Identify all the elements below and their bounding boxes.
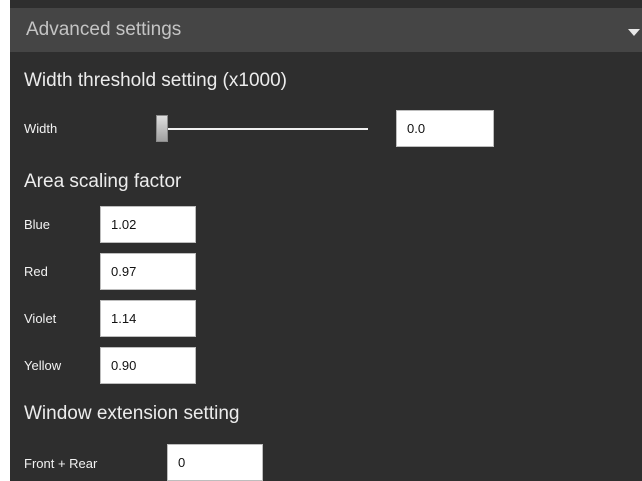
width-threshold-title: Width threshold setting (x1000) [24, 70, 287, 91]
red-factor-field[interactable] [100, 253, 196, 290]
area-scaling-title: Area scaling factor [24, 171, 182, 192]
width-slider-track[interactable] [162, 128, 368, 130]
window-extension-title: Window extension setting [24, 403, 240, 424]
width-slider-thumb[interactable] [156, 115, 168, 142]
front-rear-label: Front + Rear [24, 456, 98, 471]
front-rear-field[interactable] [167, 444, 263, 481]
violet-label: Violet [24, 311, 57, 326]
violet-factor-field[interactable] [100, 300, 196, 337]
yellow-factor-field[interactable] [100, 347, 196, 384]
advanced-settings-header[interactable]: Advanced settings [10, 8, 642, 52]
advanced-settings-panel: Advanced settings Width threshold settin… [10, 0, 642, 481]
blue-label: Blue [24, 217, 51, 232]
panel-title: Advanced settings [26, 19, 182, 40]
width-label: Width [24, 121, 58, 136]
width-value-field[interactable] [396, 110, 494, 147]
chevron-down-icon[interactable] [628, 29, 640, 36]
blue-factor-field[interactable] [100, 206, 196, 243]
yellow-label: Yellow [24, 358, 62, 373]
red-label: Red [24, 264, 48, 279]
